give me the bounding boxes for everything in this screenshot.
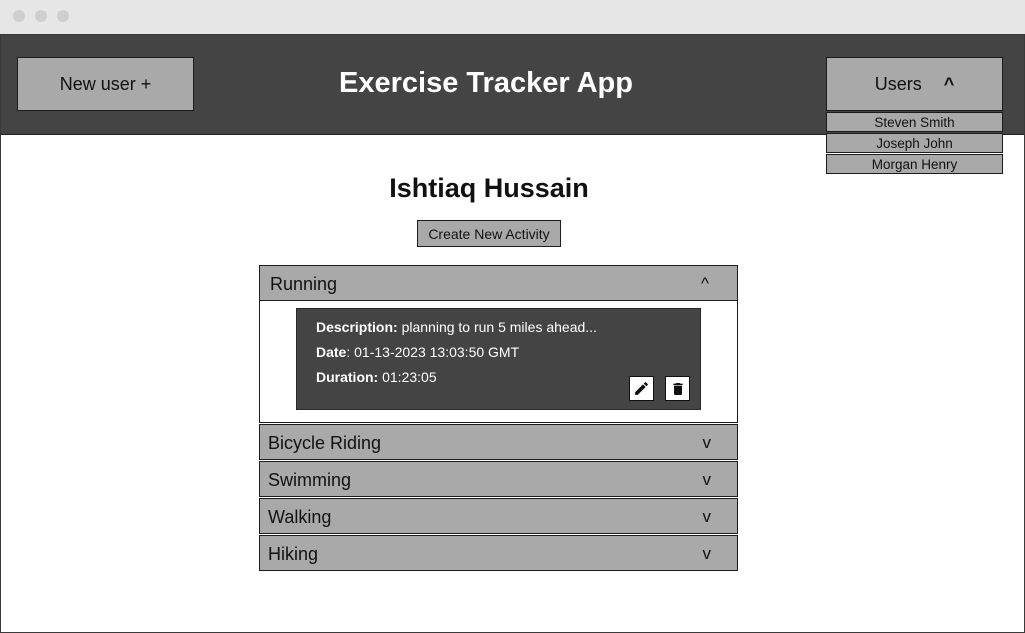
activity-label: Running [270, 274, 338, 294]
trash-icon [672, 382, 683, 395]
chevron-up-icon: ^ [701, 274, 709, 293]
users-dropdown-menu: Steven Smith Joseph John Morgan Henry [826, 112, 1003, 175]
activity-label: Walking [268, 507, 332, 527]
activity-header-bicycle-riding[interactable]: Bicycle Riding v [259, 424, 738, 460]
app-window: New user + Exercise Tracker App Users ^ … [0, 34, 1025, 633]
close-window-dot-icon[interactable] [13, 10, 25, 22]
chevron-down-icon: v [702, 470, 712, 489]
delete-activity-button[interactable] [665, 376, 690, 401]
activity-panel-running: Description: planning to run 5 miles ahe… [259, 301, 738, 423]
window-titlebar [0, 0, 1025, 34]
date-value: : 01-13-2023 13:03:50 GMT [346, 344, 520, 360]
chevron-down-icon: v [702, 544, 712, 563]
duration-value: 01:23:05 [382, 369, 437, 385]
activity-label: Hiking [268, 544, 319, 564]
create-new-activity-button[interactable]: Create New Activity [417, 220, 561, 247]
activity-label: Swimming [268, 470, 352, 490]
date-label: Date [316, 344, 347, 360]
activity-card: Description: planning to run 5 miles ahe… [296, 308, 701, 410]
users-menu-item[interactable]: Steven Smith [826, 112, 1003, 132]
chevron-down-icon: v [702, 433, 712, 452]
description-label: Description: [316, 319, 398, 335]
activity-header-swimming[interactable]: Swimming v [259, 461, 738, 497]
edit-icon [635, 382, 648, 395]
minimize-window-dot-icon[interactable] [35, 10, 47, 22]
duration-row: Duration: 01:23:05 [316, 369, 437, 385]
edit-activity-button[interactable] [629, 376, 654, 401]
users-dropdown-button[interactable]: Users ^ [826, 57, 1003, 111]
chevron-down-icon: v [702, 507, 712, 526]
activity-label: Bicycle Riding [268, 433, 382, 453]
activity-header-walking[interactable]: Walking v [259, 498, 738, 534]
users-menu-item[interactable]: Joseph John [826, 133, 1003, 153]
activities-accordion: Running ^ Description: planning to run 5… [259, 265, 738, 572]
selected-user-name: Ishtiaq Hussain [389, 173, 589, 203]
maximize-window-dot-icon[interactable] [57, 10, 69, 22]
users-menu-item[interactable]: Morgan Henry [826, 154, 1003, 174]
description-value: planning to run 5 miles ahead... [401, 319, 597, 335]
activity-header-hiking[interactable]: Hiking v [259, 535, 738, 571]
date-row: Date: 01-13-2023 13:03:50 GMT [316, 344, 519, 360]
activity-header-running[interactable]: Running ^ [259, 265, 738, 301]
new-user-button[interactable]: New user + [17, 57, 194, 111]
chevron-up-icon: ^ [943, 73, 955, 94]
description-row: Description: planning to run 5 miles ahe… [316, 319, 597, 335]
users-label: Users [874, 73, 922, 94]
app-title: Exercise Tracker App [339, 67, 633, 99]
duration-label: Duration: [316, 369, 379, 385]
